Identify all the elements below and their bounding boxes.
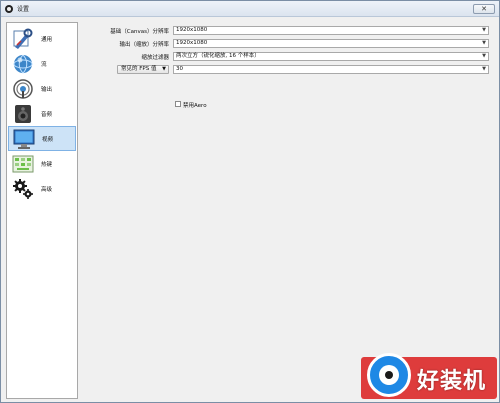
disable-aero-label: 禁用Aero — [183, 103, 207, 109]
output-resolution-combo[interactable]: 1920x1080 ▼ — [173, 39, 489, 48]
fps-type-label: 常见的 FPS 值 — [121, 66, 157, 72]
sidebar-item-label: 热键 — [41, 161, 53, 168]
sidebar-item-advanced[interactable]: 高级 — [8, 176, 76, 201]
sidebar-item-stream[interactable]: 流 — [8, 51, 76, 76]
title-bar: 设置 ✕ — [1, 1, 499, 17]
eye-logo-icon — [367, 353, 411, 397]
window-title: 设置 — [17, 6, 30, 13]
chevron-down-icon: ▼ — [482, 53, 486, 59]
downscale-filter-value: 两次立方（锐化缩放, 16 个样本） — [176, 53, 260, 59]
output-resolution-row: 输出（缩放）分辨率 — [87, 40, 169, 48]
sidebar-item-general[interactable]: 通用 — [8, 26, 76, 51]
downscale-filter-combo[interactable]: 两次立方（锐化缩放, 16 个样本） ▼ — [173, 52, 489, 61]
base-resolution-row: 基础（Canvas）分辨率 — [87, 27, 169, 35]
gears-icon — [12, 178, 34, 200]
output-resolution-value: 1920x1080 — [176, 40, 208, 46]
chevron-down-icon: ▼ — [482, 27, 486, 33]
downscale-filter-row: 缩放过滤器 — [87, 53, 169, 61]
sidebar-item-output[interactable]: 输出 — [8, 76, 76, 101]
sidebar-item-video[interactable]: 视频 — [8, 126, 76, 151]
watermark-text: 好装机 — [417, 369, 487, 394]
obs-app-icon — [5, 4, 13, 13]
close-button[interactable]: ✕ — [473, 4, 495, 14]
fps-value: 30 — [176, 66, 183, 72]
watermark: 好装机 — [361, 353, 497, 401]
sidebar-item-label: 输出 — [41, 86, 53, 93]
settings-sidebar: 通用 流 输出 音频 视频 热键 高级 — [6, 22, 78, 399]
sidebar-item-label: 音频 — [41, 111, 53, 118]
sidebar-item-label: 视频 — [42, 136, 54, 143]
sidebar-item-audio[interactable]: 音频 — [8, 101, 76, 126]
close-icon: ✕ — [481, 4, 487, 13]
globe-icon — [12, 53, 34, 75]
base-resolution-value: 1920x1080 — [176, 27, 208, 33]
sidebar-item-label: 流 — [41, 61, 47, 68]
settings-window: 设置 ✕ 通用 流 输出 音频 视频 热键 高级 基础（Canvas）分辨率 1… — [0, 0, 500, 403]
keyboard-icon — [12, 153, 34, 175]
speaker-icon — [12, 103, 34, 125]
monitor-icon — [13, 128, 35, 150]
chevron-down-icon: ▼ — [162, 66, 166, 72]
broadcast-icon — [12, 78, 34, 100]
fps-value-combo[interactable]: 30 ▼ — [173, 65, 489, 74]
fps-type-dropdown[interactable]: 常见的 FPS 值 ▼ — [117, 65, 169, 74]
chevron-down-icon: ▼ — [482, 66, 486, 72]
sidebar-item-label: 通用 — [41, 36, 53, 43]
downscale-filter-label: 缩放过滤器 — [141, 55, 169, 61]
disable-aero-checkbox[interactable] — [175, 101, 181, 107]
output-resolution-label: 输出（缩放）分辨率 — [119, 42, 169, 48]
base-resolution-combo[interactable]: 1920x1080 ▼ — [173, 26, 489, 35]
chevron-down-icon: ▼ — [482, 40, 486, 46]
sidebar-item-hotkeys[interactable]: 热键 — [8, 151, 76, 176]
sidebar-item-label: 高级 — [41, 186, 53, 193]
wrench-icon — [12, 28, 34, 50]
base-resolution-label: 基础（Canvas）分辨率 — [110, 29, 169, 35]
